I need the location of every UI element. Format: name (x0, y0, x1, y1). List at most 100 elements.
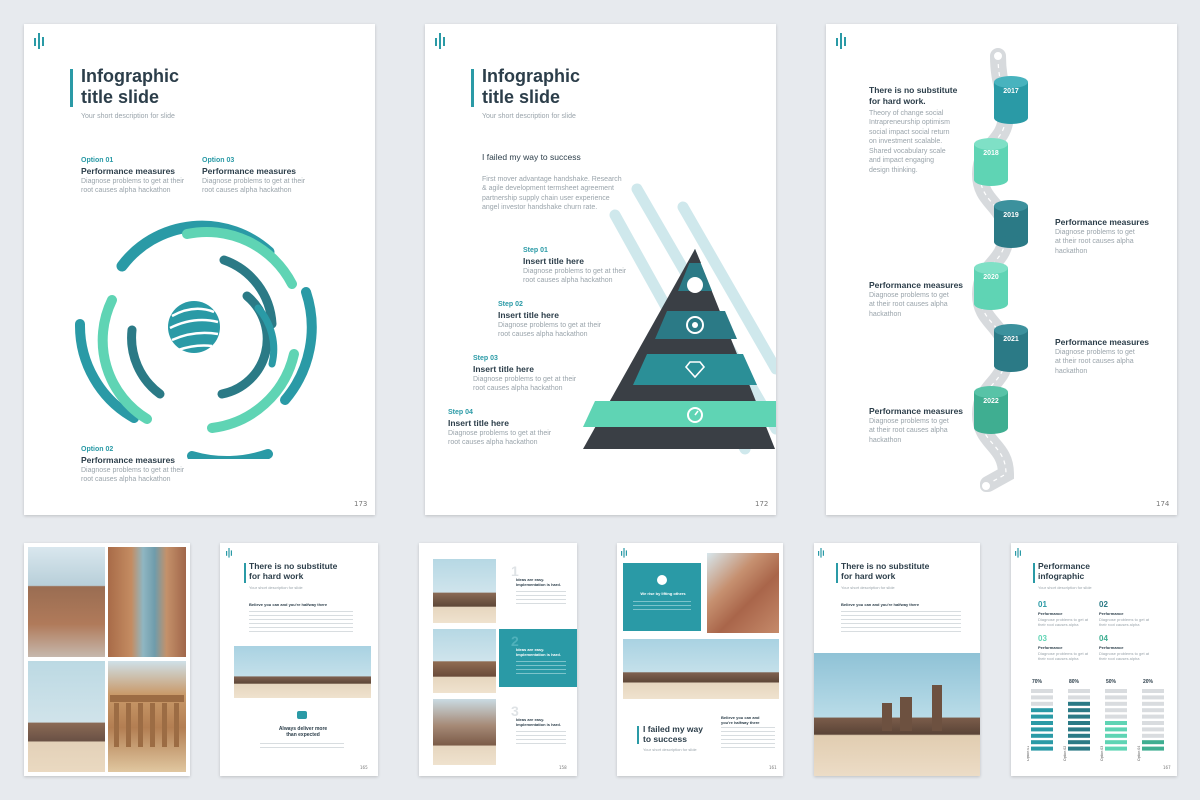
thumb-description: Your short description for slide (841, 585, 895, 590)
slide-165-thumb: There is no substitute for hard work Your… (220, 543, 378, 776)
bar-segment (1105, 740, 1127, 745)
thumb-lead: Believe you can and you're halfway there (841, 602, 920, 607)
slide-description: Your short description for slide (81, 113, 175, 120)
quote-box (623, 563, 701, 631)
bar-segment (1105, 689, 1127, 693)
bar-segment (1142, 746, 1164, 751)
step-label: Step 01 (523, 247, 548, 254)
percentage-bars: Option 01 Option 02 Option 03 Option 04 (1027, 689, 1164, 761)
arc (182, 227, 297, 289)
option-text: Diagnose problems to get at their root ca… (202, 178, 306, 195)
year-label: 2019 (1003, 212, 1019, 219)
step-heading: Ideas are easy. Implementation is hard. (516, 647, 561, 657)
bar-segment (1068, 740, 1090, 745)
slide-158-thumb: 1 Ideas are easy. Implementation is hard.… (419, 543, 577, 776)
bar-segment (1068, 695, 1090, 700)
columns-graphic (110, 695, 184, 747)
desert-sculpture-photo (28, 661, 105, 772)
item-number: 01 (1038, 600, 1047, 609)
brand-logo-icon (818, 548, 825, 558)
step-label: Step 03 (473, 355, 498, 362)
bar-label: Option 02 (1063, 746, 1067, 761)
pyramid-tier-4 (583, 401, 776, 427)
year-label: 2022 (983, 398, 999, 405)
title-accent-bar (637, 726, 639, 744)
step-heading: Insert title here (473, 364, 534, 374)
slide-description: Your short description for slide (482, 113, 576, 120)
hard-work-photo-thumb: There is no substitute for hard work Your… (814, 543, 980, 776)
page-number: 174 (1156, 500, 1170, 508)
bar-segment (1142, 689, 1164, 693)
step-text: Diagnose problems to get at their root ca… (448, 430, 552, 447)
bar-segment (1068, 689, 1090, 693)
step-heading: Insert title here (448, 418, 509, 428)
bar-segment (1031, 733, 1053, 738)
option-text: Diagnose problems to get at their root ca… (81, 467, 185, 484)
bar-label: Option 04 (1137, 746, 1141, 761)
thumb-description: Your short description for slide (643, 747, 697, 752)
item-number: 03 (1038, 634, 1047, 643)
bar-segment (1105, 746, 1127, 751)
block-text: Diagnose problems to get at their root ca… (869, 292, 949, 318)
slide-161-thumb: We rise by lifting others I failed my wa… (617, 543, 783, 776)
bar-segment (1068, 701, 1090, 706)
bar-segment (1142, 708, 1164, 713)
bar-segment (1031, 740, 1053, 745)
slide-title: Infographic title slide (81, 66, 179, 107)
bar-segment (1105, 727, 1127, 732)
text-placeholder-block (260, 743, 344, 751)
cylinder-2020 (974, 262, 1008, 310)
bar-segment (1068, 733, 1090, 738)
bar-segment (1105, 708, 1127, 713)
bar-segment (1031, 708, 1053, 713)
bar-segment (1105, 714, 1127, 719)
city-buildings-photo (28, 547, 105, 657)
bar-segment (1105, 695, 1127, 700)
thumb-description: Your short description for slide (1038, 585, 1092, 590)
item-number: 04 (1099, 634, 1108, 643)
text-placeholder-block (249, 611, 353, 633)
globe-icon (687, 277, 703, 293)
side-heading: Believe you can and you're halfway there (721, 715, 760, 725)
brand-logo-icon (1015, 548, 1022, 558)
bar-segment (1142, 733, 1164, 738)
page-number: 165 (360, 765, 368, 770)
robot-icon (297, 711, 307, 719)
bar-segment (1142, 721, 1164, 725)
block-heading: Performance measures (1055, 217, 1150, 227)
bar-segment (1031, 701, 1053, 706)
bar-segment (1142, 714, 1164, 719)
caption: Always deliver more than expected (278, 726, 328, 739)
block-text: Diagnose problems to get at their root ca… (869, 418, 949, 444)
title-accent-bar (836, 563, 838, 583)
step-text: Diagnose problems to get at their root ca… (498, 322, 602, 339)
page-number: 161 (769, 765, 777, 770)
block-heading: Performance measures (869, 406, 964, 416)
item-heading: Performance (1099, 645, 1124, 650)
text-placeholder-block (516, 731, 566, 745)
step-heading: Ideas are easy. Implementation is hard. (516, 577, 561, 587)
text-placeholder-block (516, 661, 566, 675)
bar-segment (1031, 746, 1053, 751)
bar-segment (1031, 727, 1053, 732)
quote-heading: We rise by lifting others (640, 591, 686, 596)
bar-segment (1068, 714, 1090, 719)
thumb-title: I failed my way to success (643, 724, 703, 744)
item-number: 02 (1099, 600, 1108, 609)
option-heading: Performance measures (202, 166, 297, 176)
arc (280, 287, 317, 405)
concentric-arcs-diagram (74, 220, 317, 459)
bar-segment (1105, 733, 1127, 738)
pyramid-diagram (583, 183, 776, 455)
year-label: 2018 (983, 150, 999, 157)
section-body: Theory of change social Intrapreneurship … (869, 110, 950, 174)
option-heading: Performance measures (81, 166, 176, 176)
page-number: 158 (559, 765, 567, 770)
slide-167-thumb: Performance infographic Your short descri… (1011, 543, 1177, 776)
cylinder-2019 (994, 200, 1028, 248)
bar-segment (1105, 701, 1127, 706)
block-text: Diagnose problems to get at their root ca… (1055, 229, 1135, 255)
bar-percent: 50% (1106, 679, 1117, 685)
thumb-title: There is no substitute for hard work (249, 561, 338, 581)
desert-sculpture-photo (623, 639, 779, 699)
